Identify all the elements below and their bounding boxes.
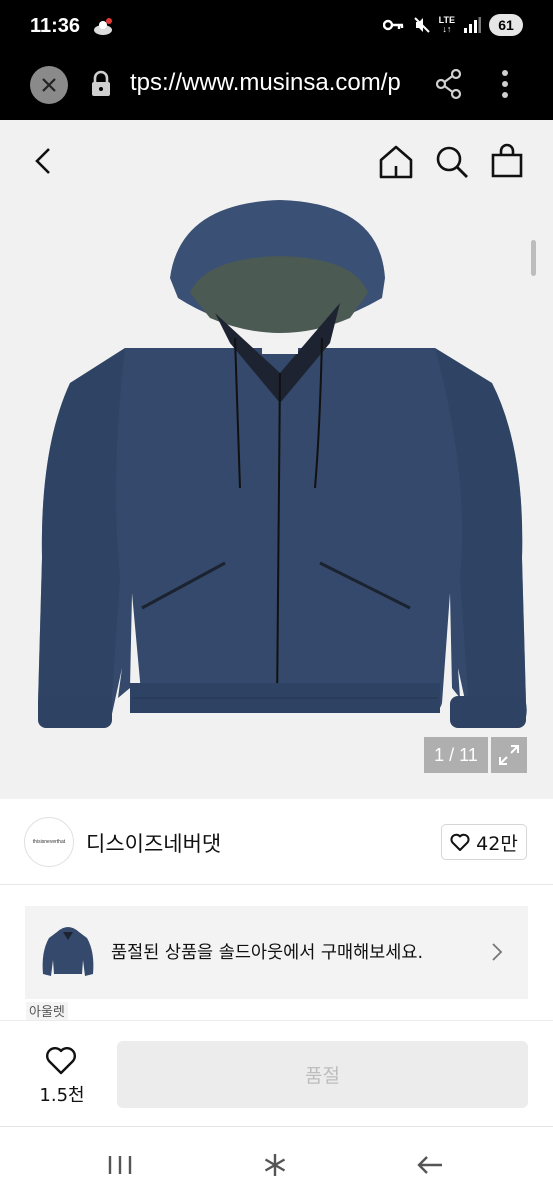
back-nav-icon[interactable] xyxy=(416,1155,444,1175)
system-navigation-bar xyxy=(0,1126,553,1200)
soldout-banner-text: 품절된 상품을 솔드아웃에서 구매해보세요. xyxy=(111,943,424,963)
brand-like-count: 42만 xyxy=(476,832,518,855)
status-icons: LTE ↓↑ 61 xyxy=(382,14,523,36)
notification-icon xyxy=(94,18,112,35)
expand-icon xyxy=(499,745,519,765)
soldout-thumbnail xyxy=(42,927,94,976)
product-image-area[interactable]: 1 / 11 xyxy=(0,120,553,799)
buy-button[interactable]: 품절 xyxy=(117,1041,528,1108)
more-vert-icon[interactable] xyxy=(500,68,510,100)
soldout-banner[interactable]: 품절된 상품을 솔드아웃에서 구매해보세요. xyxy=(25,906,528,999)
close-icon xyxy=(42,78,56,92)
battery-indicator: 61 xyxy=(489,14,523,36)
signal-icon xyxy=(464,17,481,33)
status-bar: 11:36 LTE ↓↑ 61 xyxy=(0,0,553,56)
heart-icon xyxy=(450,833,470,851)
back-arrow-icon[interactable] xyxy=(30,146,56,176)
network-type: LTE ↓↑ xyxy=(438,15,455,34)
product-image[interactable] xyxy=(30,198,530,738)
share-icon[interactable] xyxy=(435,68,463,100)
brand-logo[interactable]: thisisneverthat xyxy=(24,817,74,867)
url-field[interactable]: tps://www.musinsa.com/p xyxy=(130,69,412,97)
wishlist-count: 1.5천 xyxy=(39,1085,85,1106)
shopping-bag-icon[interactable] xyxy=(490,142,524,178)
brand-like-button[interactable]: 42만 xyxy=(441,824,527,860)
brand-logo-text: thisisneverthat xyxy=(32,839,66,845)
status-time: 11:36 xyxy=(30,15,81,37)
home-icon[interactable] xyxy=(378,144,414,180)
brand-name[interactable]: 디스이즈네버댓 xyxy=(86,828,221,858)
close-tab-button[interactable] xyxy=(30,66,68,104)
key-icon xyxy=(382,19,403,31)
recent-apps-icon[interactable] xyxy=(106,1154,134,1176)
home-nav-icon[interactable] xyxy=(262,1152,288,1178)
search-icon[interactable] xyxy=(434,144,470,180)
lock-icon xyxy=(92,70,110,96)
chevron-right-icon xyxy=(492,943,503,961)
brand-row[interactable]: thisisneverthat 디스이즈네버댓 42만 xyxy=(0,799,553,885)
mute-icon xyxy=(413,17,430,33)
bottom-action-bar: 1.5천 품절 xyxy=(0,1020,553,1125)
image-counter: 1 / 11 xyxy=(424,737,488,773)
expand-button[interactable] xyxy=(491,737,527,773)
heart-icon[interactable] xyxy=(45,1045,77,1075)
browser-url-bar: tps://www.musinsa.com/p xyxy=(0,56,553,120)
scroll-indicator xyxy=(531,240,536,276)
